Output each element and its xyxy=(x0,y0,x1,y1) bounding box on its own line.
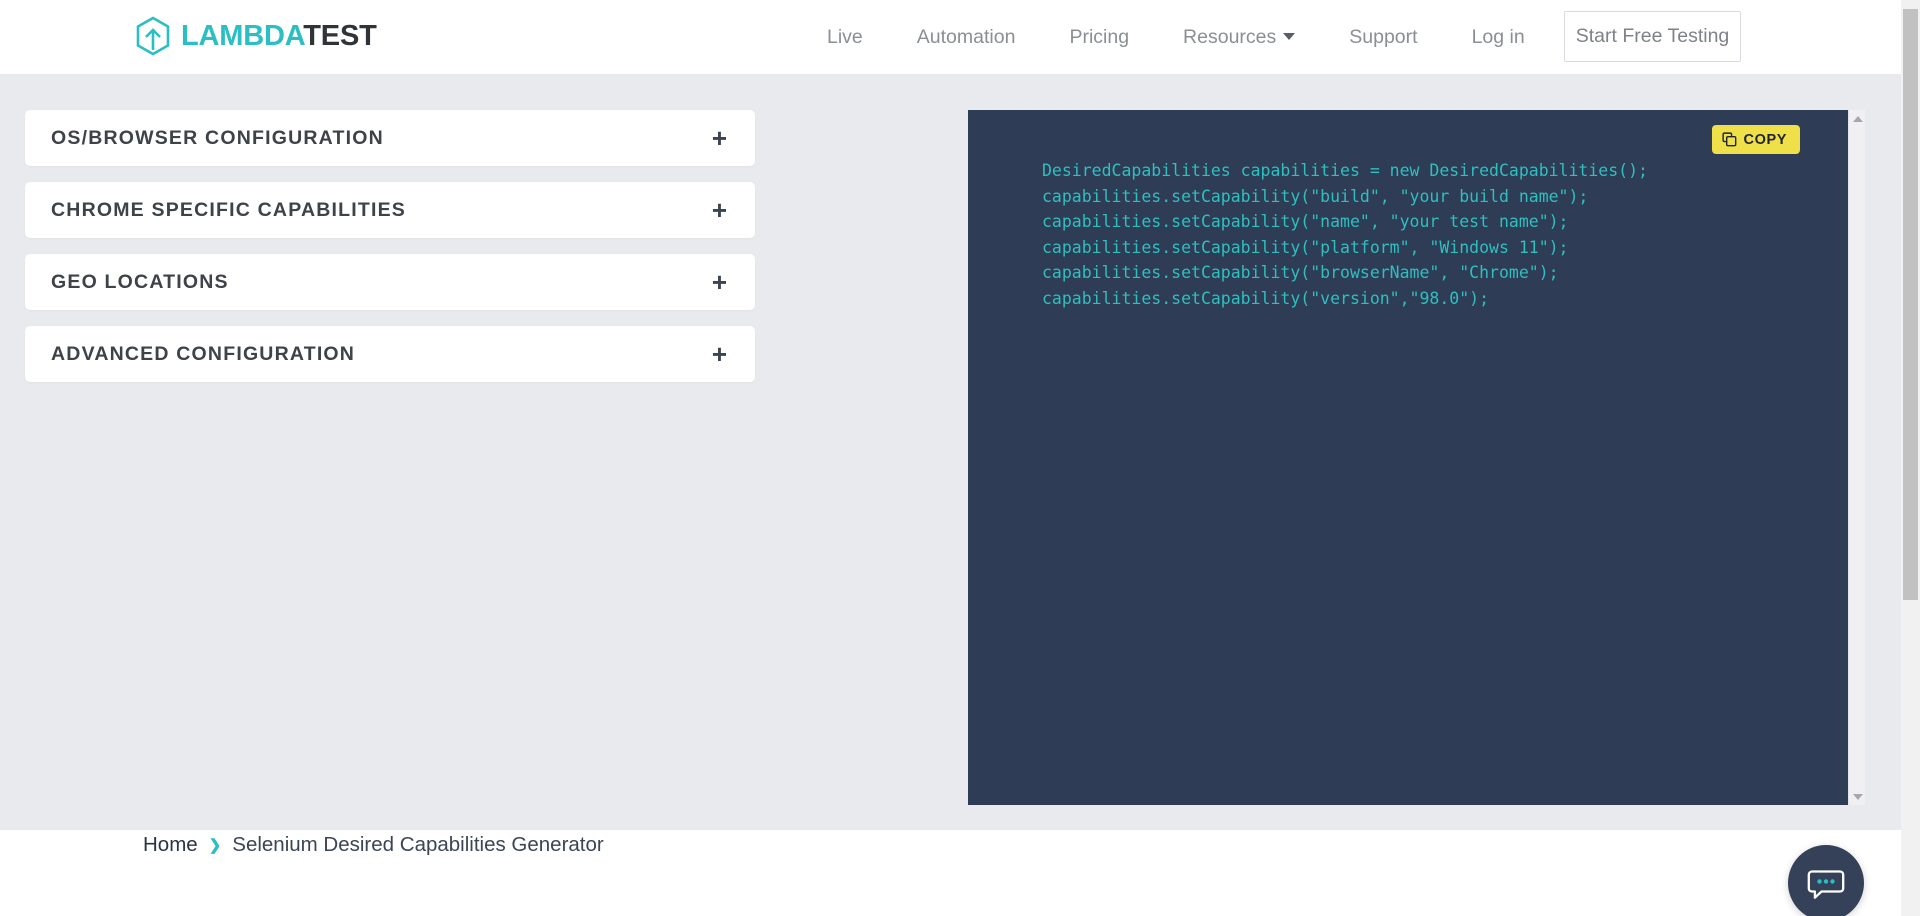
lambdatest-logo[interactable]: LAMBDATEST xyxy=(135,16,377,56)
chat-widget-button[interactable] xyxy=(1788,845,1864,916)
code-line: capabilities.setCapability("browserName"… xyxy=(1042,260,1828,286)
nav-item-automation-label: Automation xyxy=(917,26,1016,48)
breadcrumb-home-link[interactable]: Home xyxy=(143,833,198,857)
nav-item-support-label: Support xyxy=(1349,26,1417,48)
breadcrumb-separator-icon: ❯ xyxy=(209,838,222,853)
plus-icon[interactable]: + xyxy=(712,341,727,367)
nav-item-pricing[interactable]: Pricing xyxy=(1042,0,1156,74)
chevron-down-icon xyxy=(1283,33,1295,40)
page-scrollbar[interactable] xyxy=(1901,0,1920,916)
main-navigation: Live Automation Pricing Resources Suppor… xyxy=(800,0,1552,74)
accordion-item-os-browser-configuration-label: OS/BROWSER CONFIGURATION xyxy=(51,127,384,150)
page-root: LAMBDATEST Live Automation Pricing Resou… xyxy=(0,0,1920,916)
lambdatest-hexagon-arrow-icon xyxy=(135,16,171,56)
scroll-down-arrow-icon[interactable] xyxy=(1849,788,1866,805)
plus-icon[interactable]: + xyxy=(712,125,727,151)
nav-item-resources-label: Resources xyxy=(1183,26,1276,48)
code-line: capabilities.setCapability("version","98… xyxy=(1042,286,1828,312)
breadcrumb: Home ❯ Selenium Desired Capabilities Gen… xyxy=(143,833,604,857)
accordion-item-chrome-specific-capabilities-label: CHROME SPECIFIC CAPABILITIES xyxy=(51,199,406,222)
nav-item-automation[interactable]: Automation xyxy=(890,0,1043,74)
copy-code-button[interactable]: COPY xyxy=(1712,125,1801,154)
site-header: LAMBDATEST Live Automation Pricing Resou… xyxy=(0,0,1901,74)
logo-text-test: TEST xyxy=(303,20,376,52)
copy-code-button-label: COPY xyxy=(1744,132,1788,148)
breadcrumb-current-page: Selenium Desired Capabilities Generator xyxy=(232,833,603,857)
accordion-item-advanced-configuration-label: ADVANCED CONFIGURATION xyxy=(51,343,355,366)
code-line: capabilities.setCapability("build", "you… xyxy=(1042,184,1828,210)
copy-icon xyxy=(1722,132,1737,147)
nav-item-live-label: Live xyxy=(827,26,863,48)
chat-bubble-icon xyxy=(1805,862,1847,904)
code-line: capabilities.setCapability("platform", "… xyxy=(1042,235,1828,261)
code-panel-scrollbar[interactable] xyxy=(1848,110,1865,805)
accordion-item-chrome-specific-capabilities[interactable]: CHROME SPECIFIC CAPABILITIES + xyxy=(25,182,755,238)
nav-item-support[interactable]: Support xyxy=(1322,0,1444,74)
logo-wordmark: LAMBDATEST xyxy=(181,22,377,51)
accordion-item-os-browser-configuration[interactable]: OS/BROWSER CONFIGURATION + xyxy=(25,110,755,166)
accordion-item-geo-locations[interactable]: GEO LOCATIONS + xyxy=(25,254,755,310)
code-block: DesiredCapabilities capabilities = new D… xyxy=(968,110,1828,805)
scroll-up-arrow-icon[interactable] xyxy=(1849,110,1866,127)
nav-item-pricing-label: Pricing xyxy=(1069,26,1129,48)
nav-item-live[interactable]: Live xyxy=(800,0,890,74)
plus-icon[interactable]: + xyxy=(712,269,727,295)
start-free-testing-button[interactable]: Start Free Testing xyxy=(1564,11,1741,62)
generated-code-panel: DesiredCapabilities capabilities = new D… xyxy=(968,110,1848,805)
accordion-item-advanced-configuration[interactable]: ADVANCED CONFIGURATION + xyxy=(25,326,755,382)
nav-item-login-label: Log in xyxy=(1472,26,1525,48)
configuration-accordion: OS/BROWSER CONFIGURATION + CHROME SPECIF… xyxy=(25,110,755,382)
accordion-item-geo-locations-label: GEO LOCATIONS xyxy=(51,271,229,294)
nav-item-resources[interactable]: Resources xyxy=(1156,0,1322,74)
logo-text-lambda: LAMBDA xyxy=(181,20,303,52)
nav-item-login[interactable]: Log in xyxy=(1445,0,1552,74)
page-scrollbar-thumb[interactable] xyxy=(1903,9,1918,600)
code-line: capabilities.setCapability("name", "your… xyxy=(1042,209,1828,235)
plus-icon[interactable]: + xyxy=(712,197,727,223)
code-line: DesiredCapabilities capabilities = new D… xyxy=(1042,158,1828,184)
